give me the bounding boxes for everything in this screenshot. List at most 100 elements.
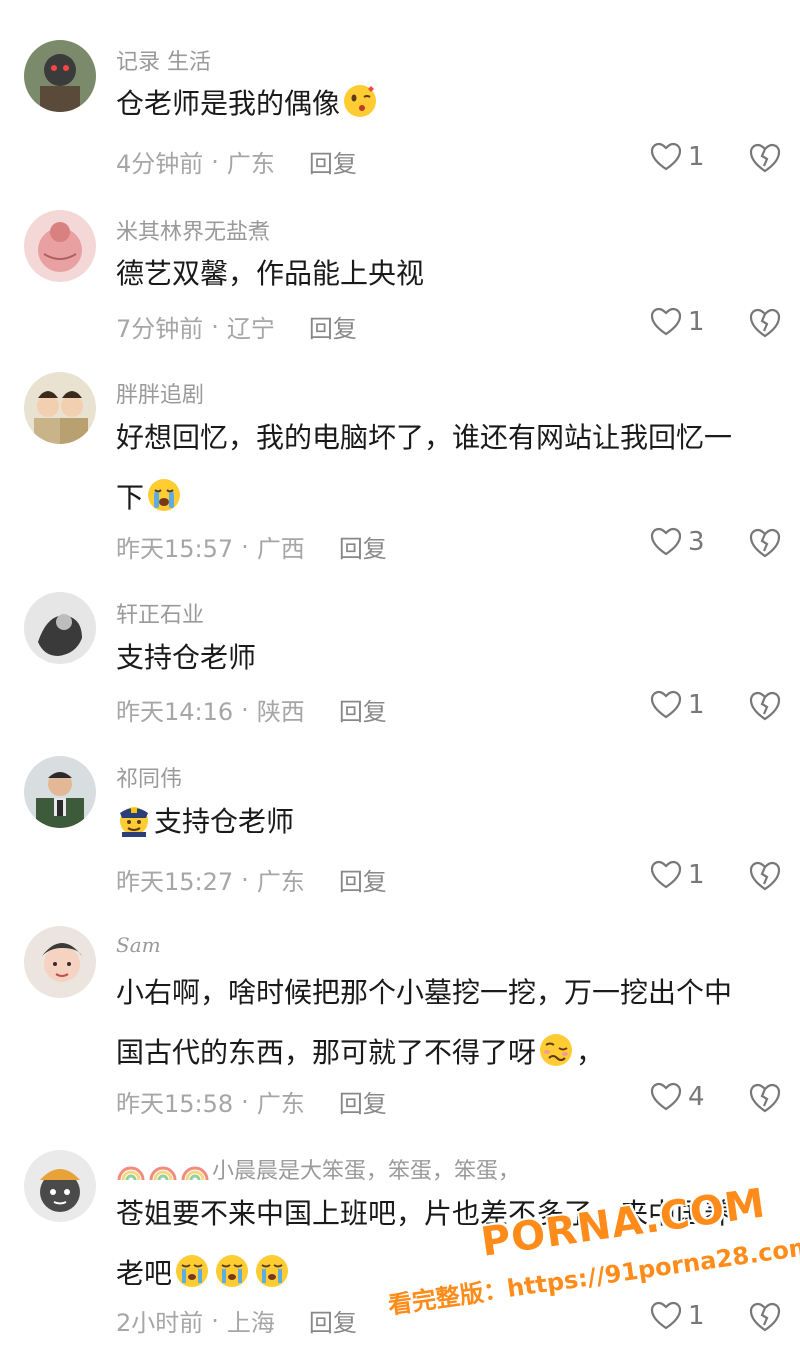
comment-text: 支持仓老师 (116, 641, 257, 674)
comment-time: 2小时前 (116, 1309, 204, 1337)
sobbing-face-emoji (214, 1253, 250, 1289)
like-count: 1 (688, 307, 705, 337)
comment-text-line: 苍姐要不来中国上班吧，片也差不多了，来中国养 (116, 1197, 733, 1230)
comment-location: 上海 (226, 1309, 275, 1337)
comment-text-content: 老吧 (116, 1257, 173, 1290)
username[interactable]: 小晨晨是大笨蛋，笨蛋，笨蛋， (116, 1153, 520, 1188)
comment-meta: 昨天15:27 · 广东 回复 (116, 862, 387, 897)
comment-location: 陕西 (256, 698, 305, 726)
comment-meta: 7分钟前 · 辽宁 回复 (116, 309, 357, 344)
comment-location: 广东 (226, 150, 275, 178)
dislike-button[interactable] (748, 142, 782, 174)
like-button[interactable]: 4 (650, 1082, 705, 1112)
broken-heart-icon (749, 691, 781, 721)
username[interactable]: 记录 生活 (116, 44, 211, 76)
comment-text: 好想回忆，我的电脑坏了，谁还有网站让我回忆一 下 (116, 408, 788, 528)
avatar[interactable] (24, 40, 96, 112)
username-text: 小晨晨是大笨蛋，笨蛋，笨蛋， (212, 1159, 521, 1184)
heart-icon (650, 1301, 682, 1330)
comment-text: 仓老师是我的偶像 (116, 74, 788, 134)
like-button[interactable]: 1 (650, 1301, 705, 1331)
comment-meta: 昨天15:58 · 广东 回复 (116, 1084, 387, 1119)
avatar[interactable] (24, 926, 96, 998)
reply-button[interactable]: 回复 (339, 862, 387, 897)
reply-button[interactable]: 回复 (309, 309, 357, 344)
heart-icon (650, 860, 682, 889)
comment-location: 广西 (256, 535, 305, 563)
meta-separator: · (241, 532, 249, 561)
comment-text: 苍姐要不来中国上班吧，片也差不多了，来中国养 老吧 (116, 1184, 788, 1304)
comment-location: 辽宁 (226, 315, 275, 343)
like-button[interactable]: 1 (650, 860, 705, 890)
comment-text-line: 好想回忆，我的电脑坏了，谁还有网站让我回忆一 (116, 421, 733, 454)
sobbing-face-emoji (254, 1253, 290, 1289)
heart-icon (650, 142, 682, 171)
comment-text-content: 国古代的东西，那可就了不得了呀 (116, 1036, 537, 1069)
meta-separator: · (241, 695, 249, 724)
reply-button[interactable]: 回复 (309, 144, 357, 179)
comment-meta: 昨天15:57 · 广西 回复 (116, 529, 387, 564)
comment-time: 昨天15:58 (116, 1090, 234, 1118)
like-count: 3 (688, 527, 705, 557)
avatar[interactable] (24, 756, 96, 828)
dislike-button[interactable] (748, 1082, 782, 1114)
comment-time: 昨天14:16 (116, 698, 234, 726)
username[interactable]: 祁同伟 (116, 761, 182, 793)
like-count: 1 (688, 1301, 705, 1331)
police-face-emoji (116, 801, 152, 837)
reply-button[interactable]: 回复 (339, 692, 387, 727)
heart-icon (650, 307, 682, 336)
like-button[interactable]: 1 (650, 307, 705, 337)
comment-meta: 4分钟前 · 广东 回复 (116, 144, 357, 179)
dislike-button[interactable] (748, 860, 782, 892)
meta-separator: · (211, 312, 219, 341)
like-count: 1 (688, 860, 705, 890)
comment-text-content: 仓老师是我的偶像 (116, 87, 341, 120)
dislike-button[interactable] (748, 307, 782, 339)
username[interactable]: Sam (116, 933, 161, 957)
sobbing-face-emoji (174, 1253, 210, 1289)
comment-text-content: 支持仓老师 (154, 805, 295, 838)
reply-button[interactable]: 回复 (339, 1084, 387, 1119)
crying-face-emoji (146, 477, 182, 513)
avatar[interactable] (24, 372, 96, 444)
comment-text-line: 老吧 (116, 1244, 788, 1304)
broken-heart-icon (749, 861, 781, 891)
dislike-button[interactable] (748, 690, 782, 722)
comment-text-line: 国古代的东西，那可就了不得了呀 ， (116, 1023, 788, 1083)
meta-separator: · (211, 1306, 219, 1335)
broken-heart-icon (749, 528, 781, 558)
comment-text: 德艺双馨，作品能上央视 (116, 257, 425, 290)
dislike-button[interactable] (748, 527, 782, 559)
broken-heart-icon (749, 1302, 781, 1332)
like-count: 1 (688, 142, 705, 172)
avatar[interactable] (24, 1150, 96, 1222)
comment-meta: 昨天14:16 · 陕西 回复 (116, 692, 387, 727)
woozy-face-emoji (538, 1032, 574, 1068)
meta-separator: · (241, 1087, 249, 1116)
comment-text-line: 下 (116, 468, 788, 528)
like-count: 4 (688, 1082, 705, 1112)
comment-text: 支持仓老师 (116, 792, 788, 852)
username[interactable]: 米其林界无盐煮 (116, 214, 270, 246)
comment-location: 广东 (256, 1090, 305, 1118)
like-button[interactable]: 1 (650, 690, 705, 720)
broken-heart-icon (749, 1083, 781, 1113)
broken-heart-icon (749, 143, 781, 173)
username[interactable]: 胖胖追剧 (116, 377, 204, 409)
comment-text: 小右啊，啥时候把那个小墓挖一挖，万一挖出个中 国古代的东西，那可就了不得了呀 ， (116, 963, 788, 1083)
meta-separator: · (211, 147, 219, 176)
avatar[interactable] (24, 592, 96, 664)
like-button[interactable]: 3 (650, 527, 705, 557)
comment-time: 昨天15:27 (116, 868, 234, 896)
reply-button[interactable]: 回复 (339, 529, 387, 564)
dislike-button[interactable] (748, 1301, 782, 1333)
rainbow-icon (116, 1154, 212, 1188)
comment-time: 昨天15:57 (116, 535, 234, 563)
comment-time: 4分钟前 (116, 150, 204, 178)
like-button[interactable]: 1 (650, 142, 705, 172)
username[interactable]: 轩正石业 (116, 597, 204, 629)
comment-meta: 2小时前 · 上海 回复 (116, 1303, 357, 1338)
avatar[interactable] (24, 210, 96, 282)
reply-button[interactable]: 回复 (309, 1303, 357, 1338)
